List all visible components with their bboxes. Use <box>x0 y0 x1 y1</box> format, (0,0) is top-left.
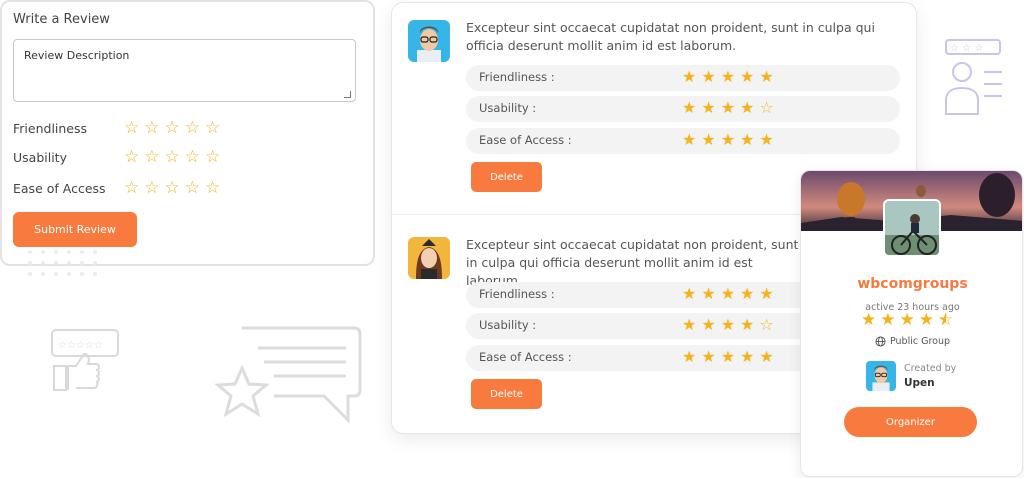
write-review-title: Write a Review <box>13 12 110 27</box>
star-filled-icon: ★ <box>682 284 697 303</box>
decorative-dot-grid <box>28 250 99 276</box>
star-filled-icon: ★ <box>701 130 716 149</box>
star-filled-icon: ★ <box>701 98 716 117</box>
star-outline-icon: ☆ <box>759 98 774 117</box>
star-filled-icon: ★ <box>740 130 755 149</box>
rating-label: Friendliness : <box>479 287 555 301</box>
star-filled-icon: ★ <box>720 315 736 334</box>
rating-label: Ease of Access : <box>479 350 572 364</box>
star-filled-icon: ★ <box>682 130 697 149</box>
submit-review-button[interactable]: Submit Review <box>13 212 137 247</box>
star-outline-icon[interactable]: ☆ <box>165 120 180 137</box>
star-filled-icon: ★ <box>759 130 774 149</box>
organizer-button[interactable]: Organizer <box>844 407 977 437</box>
group-type-label: Public Group <box>889 336 951 347</box>
rating-stars: ★ ★ ★ ★ ☆ <box>682 99 774 117</box>
rating-row-ease-of-access: Ease of Access : ★ ★ ★ ★ ★ <box>466 128 900 154</box>
usability-star-input[interactable]: ☆ ☆ ☆ ☆ ☆ <box>124 149 220 166</box>
rating-stars: ★ ★ ★ ★ ★ <box>682 285 774 303</box>
reviewer-avatar <box>408 20 450 62</box>
rating-row-friendliness: Friendliness : ★ ★ ★ ★ ★ <box>466 65 900 91</box>
svg-text:☆☆☆☆☆: ☆☆☆☆☆ <box>58 340 103 351</box>
customer-feedback-icon: ☆ ☆ ☆ <box>942 38 1006 116</box>
textarea-resize-handle[interactable] <box>344 91 351 98</box>
reviewer-avatar <box>408 237 450 279</box>
review-description-placeholder: Review Description <box>24 49 130 62</box>
star-filled-icon: ★ <box>682 67 697 86</box>
svg-text:☆ ☆ ☆: ☆ ☆ ☆ <box>950 43 983 54</box>
star-filled-icon: ★ <box>720 67 736 86</box>
criterion-label-friendliness: Friendliness <box>13 121 88 136</box>
star-filled-icon: ★ <box>740 347 755 366</box>
star-outline-icon[interactable]: ☆ <box>185 180 200 197</box>
star-filled-icon: ★ <box>759 67 774 86</box>
star-filled-icon: ★ <box>682 98 697 117</box>
star-outline-icon[interactable]: ☆ <box>205 149 220 166</box>
group-type: Public Group <box>801 336 1022 347</box>
created-by-label: Created by <box>904 363 957 374</box>
star-filled-icon: ★ <box>682 347 697 366</box>
star-outline-icon[interactable]: ☆ <box>185 120 200 137</box>
star-filled-icon: ★ <box>740 67 755 86</box>
star-filled-icon: ★ <box>720 130 736 149</box>
star-filled-icon: ★ <box>720 347 736 366</box>
rating-stars: ★ ★ ★ ★ ★ <box>682 348 774 366</box>
star-filled-icon: ★ <box>701 347 716 366</box>
star-outline-icon[interactable]: ☆ <box>124 180 139 197</box>
star-filled-icon: ★ <box>682 315 697 334</box>
star-outline-icon[interactable]: ☆ <box>205 180 220 197</box>
rating-stars: ★ ★ ★ ★ ☆ <box>682 316 774 334</box>
star-outline-icon[interactable]: ☆ <box>165 180 180 197</box>
star-outline-icon[interactable]: ☆ <box>144 120 159 137</box>
creator-name[interactable]: Upen <box>904 377 935 389</box>
star-half-icon: ☆★ <box>938 310 954 330</box>
review-text: Excepteur sint occaecat cupidatat non pr… <box>466 20 875 53</box>
star-outline-icon[interactable]: ☆ <box>144 149 159 166</box>
star-outline-icon: ☆ <box>759 315 774 334</box>
group-card[interactable]: wbcomgroups active 23 hours ago ★ ★ ★ ★ … <box>800 170 1023 477</box>
star-outline-icon[interactable]: ☆ <box>165 149 180 166</box>
group-avatar <box>883 199 941 257</box>
star-filled-icon: ★ <box>740 98 755 117</box>
rating-label: Friendliness : <box>479 70 555 84</box>
creator-avatar <box>866 361 896 391</box>
star-outline-icon[interactable]: ☆ <box>144 180 159 197</box>
star-filled-icon: ★ <box>701 284 716 303</box>
delete-review-button[interactable]: Delete <box>471 379 542 409</box>
star-outline-icon[interactable]: ☆ <box>124 120 139 137</box>
group-rating-stars: ★ ★ ★ ★ ☆★ <box>861 312 953 329</box>
rating-row-usability: Usability : ★ ★ ★ ★ ☆ <box>466 96 900 122</box>
rating-label: Usability : <box>479 318 537 332</box>
rating-stars: ★ ★ ★ ★ ★ <box>682 131 774 149</box>
group-name[interactable]: wbcomgroups <box>801 276 1022 292</box>
star-filled-icon: ★ <box>861 310 877 330</box>
star-filled-icon: ★ <box>899 310 915 330</box>
friendliness-star-input[interactable]: ☆ ☆ ☆ ☆ ☆ <box>124 120 220 137</box>
star-outline-icon[interactable]: ☆ <box>185 149 200 166</box>
star-outline-icon[interactable]: ☆ <box>205 120 220 137</box>
rating-label: Ease of Access : <box>479 133 572 147</box>
star-filled-icon: ★ <box>880 310 896 330</box>
criterion-label-usability: Usability <box>13 150 67 165</box>
star-filled-icon: ★ <box>701 315 716 334</box>
star-filled-icon: ★ <box>759 284 774 303</box>
ease-of-access-star-input[interactable]: ☆ ☆ ☆ ☆ ☆ <box>124 180 220 197</box>
rating-label: Usability : <box>479 101 537 115</box>
star-filled-icon: ★ <box>720 284 736 303</box>
review-description-input[interactable]: Review Description <box>13 39 356 102</box>
criterion-label-ease-of-access: Ease of Access <box>13 181 106 196</box>
star-filled-icon: ★ <box>918 310 934 330</box>
star-filled-icon: ★ <box>759 347 774 366</box>
thumbs-up-rating-icon: ☆☆☆☆☆ <box>50 328 122 394</box>
star-filled-icon: ★ <box>740 284 755 303</box>
rating-stars: ★ ★ ★ ★ ★ <box>682 68 774 86</box>
star-filled-icon: ★ <box>701 67 716 86</box>
star-filled-icon: ★ <box>740 315 755 334</box>
star-outline-icon[interactable]: ☆ <box>124 149 139 166</box>
star-filled-icon: ★ <box>720 98 736 117</box>
delete-review-button[interactable]: Delete <box>471 162 542 192</box>
chat-star-icon <box>214 324 364 426</box>
globe-icon <box>875 336 886 347</box>
